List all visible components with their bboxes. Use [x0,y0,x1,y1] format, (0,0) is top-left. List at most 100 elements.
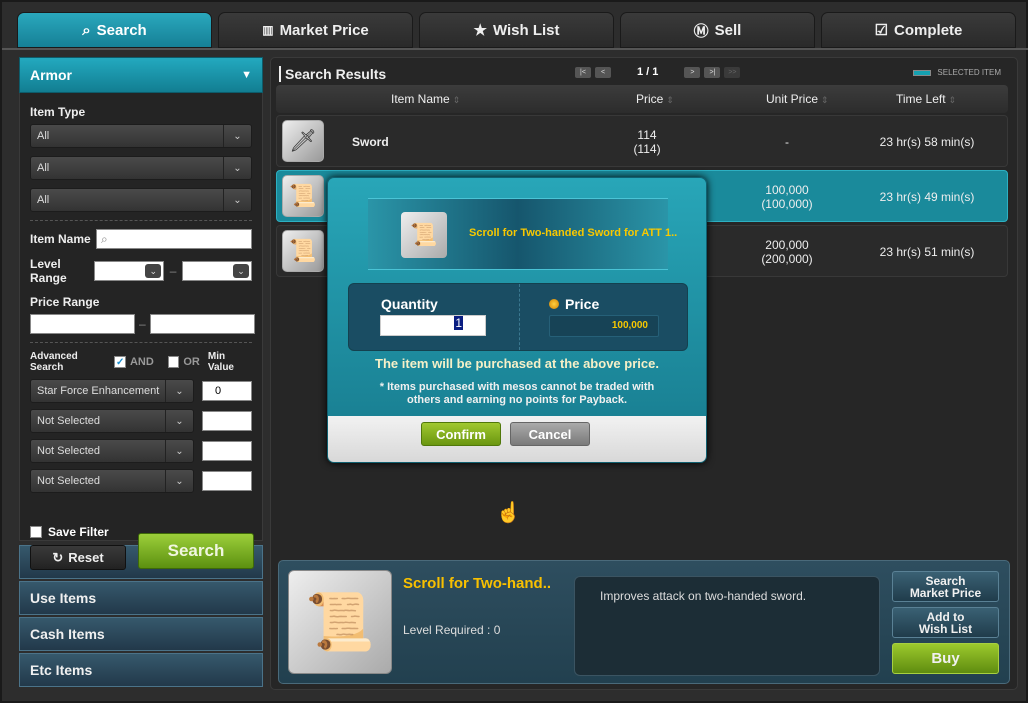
chevron-down-icon: ⌄ [223,157,251,179]
column-time-left[interactable]: Time Left ⇕ [896,92,956,106]
advanced-filter-select[interactable]: Not Selected ⌄ [30,409,194,433]
divider [519,284,520,350]
dialog-item-header: 📜 Scroll for Two-handed Sword for ATT 1.… [368,198,677,270]
item-type-label: Item Type [30,105,86,119]
chevron-down-icon: ▼ [241,69,252,81]
quantity-input[interactable]: 1 [380,315,486,336]
chart-icon: ▥ [262,23,274,37]
last-page-button[interactable]: >| [704,66,721,78]
sword-icon: 🗡 [282,120,324,162]
scroll-icon: 📜 [288,570,392,674]
divider [30,342,252,343]
sort-icon: ⇕ [948,95,957,105]
tab-wish-list[interactable]: ★ Wish List [419,12,614,48]
divider [30,220,252,221]
refresh-icon: ↻ [52,549,64,565]
sort-icon: ⇕ [821,95,829,105]
price-max-input[interactable] [149,314,255,334]
chevron-down-icon: ⌄ [165,470,193,492]
advanced-search-label: Advanced Search [30,351,78,373]
category-use-items[interactable]: Use Items [19,581,263,615]
save-filter-checkbox[interactable] [30,526,42,538]
unit-price: - [785,135,789,149]
chevron-down-icon: ⌄ [165,380,193,402]
price-label-wrap: Price [549,296,599,312]
level-max-select[interactable]: ⌄ [181,261,252,281]
tab-search[interactable]: ⌕ Search [17,12,212,48]
next-block-button[interactable]: >> [724,66,741,78]
scroll-icon: 📜 [282,230,324,272]
level-min-select[interactable]: ⌄ [94,261,165,281]
detail-item-name: Scroll for Two-hand.. [403,575,552,592]
quantity-label: Quantity [381,296,438,312]
tab-bar: ⌕ Search ▥ Market Price ★ Wish List Ⓜ Sell ☑… [17,12,1027,48]
chevron-down-icon: ⌄ [145,264,162,278]
sidebar: Armor ▼ Item Type All ⌄ All ⌄ All ⌄ Item Na… [19,57,263,692]
page-indicator: 1 / 1 [637,66,659,78]
min-value-input[interactable] [202,411,252,431]
tab-sell[interactable]: Ⓜ Sell [620,12,815,48]
add-to-wish-list-button[interactable]: Add to Wish List [892,607,999,638]
confirm-button[interactable]: Confirm [421,422,501,446]
and-checkbox[interactable]: ✓ [114,356,126,368]
or-checkbox[interactable] [167,356,180,368]
sort-icon: ⇕ [452,95,461,105]
advanced-filter-row: Not Selected ⌄ [30,409,252,433]
min-value-input[interactable] [202,471,252,491]
item-name-input[interactable]: ⌕ [96,229,252,249]
results-title: Search Results [279,66,386,82]
purchase-note: * Items purchased with mesos cannot be t… [379,381,655,406]
advanced-filter-row: Not Selected ⌄ [30,469,252,493]
advanced-filter-select[interactable]: Star Force Enhancement ⌄ [30,379,194,403]
purchase-dialog: 📜 Scroll for Two-handed Sword for ATT 1.… [327,177,707,463]
price-min-input[interactable] [30,314,135,334]
chevron-down-icon: ⌄ [233,264,249,278]
table-row[interactable]: 🗡 Sword 114 (114) - 23 hr(s) 58 min(s) [276,115,1008,167]
search-button[interactable]: Search [138,533,254,569]
item-name-label: Item Name [30,232,91,246]
min-value-input[interactable] [202,441,252,461]
column-item-name[interactable]: Item Name ⇕ [391,92,460,106]
advanced-filter-select[interactable]: Not Selected ⌄ [30,439,194,463]
column-price[interactable]: Price ⇕ [636,92,674,106]
next-page-button[interactable]: > [684,66,701,78]
item-type-select-3[interactable]: All ⌄ [30,188,252,212]
category-armor[interactable]: Armor ▼ [19,57,263,93]
item-description: Improves attack on two-handed sword. [574,576,880,676]
category-etc-items[interactable]: Etc Items [19,653,263,687]
table-header: Item Name ⇕ Price ⇕ Unit Price ⇕ Time Left ⇕ [276,85,1008,113]
item-type-select-2[interactable]: All ⌄ [30,156,252,180]
hand-cursor-icon: ☝ [496,502,521,524]
price-range-label: Price Range [30,295,100,309]
selected-swatch [913,69,932,76]
range-separator: – [169,264,177,278]
item-type-select-1[interactable]: All ⌄ [30,124,252,148]
dialog-item-title: Scroll for Two-handed Sword for ATT 1.. [469,227,678,239]
quantity-price-box: Quantity 1 Price 100,000 [348,283,688,351]
sort-icon: ⇕ [666,95,674,105]
tab-complete[interactable]: ☑ Complete [821,12,1016,48]
and-label: AND [129,356,154,368]
min-value-input[interactable] [202,381,252,401]
buy-button[interactable]: Buy [892,643,999,674]
prev-page-button[interactable]: < [595,66,611,78]
chevron-down-icon: ⌄ [223,189,251,211]
cancel-button[interactable]: Cancel [510,422,590,446]
search-icon: ⌕ [82,21,91,39]
tab-market-price[interactable]: ▥ Market Price [218,12,413,48]
selected-item-legend: SELECTED ITEM [913,68,1001,77]
first-page-button[interactable]: |< [575,66,591,78]
time-left: 23 hr(s) 51 min(s) [879,245,975,259]
scroll-icon: 📜 [282,175,324,217]
reset-button[interactable]: ↻ Reset [30,545,126,570]
or-label: OR [183,356,200,368]
advanced-filter-select[interactable]: Not Selected ⌄ [30,469,194,493]
category-cash-items[interactable]: Cash Items [19,617,263,651]
save-filter-label: Save Filter [48,525,109,539]
unit-price: 100,000 (100,000) [761,183,813,211]
search-market-price-button[interactable]: Search Market Price [892,571,999,602]
time-left: 23 hr(s) 49 min(s) [879,190,975,204]
column-unit-price[interactable]: Unit Price ⇕ [766,92,829,106]
dialog-footer: Confirm Cancel [328,416,706,462]
item-name: Sword [352,135,389,149]
